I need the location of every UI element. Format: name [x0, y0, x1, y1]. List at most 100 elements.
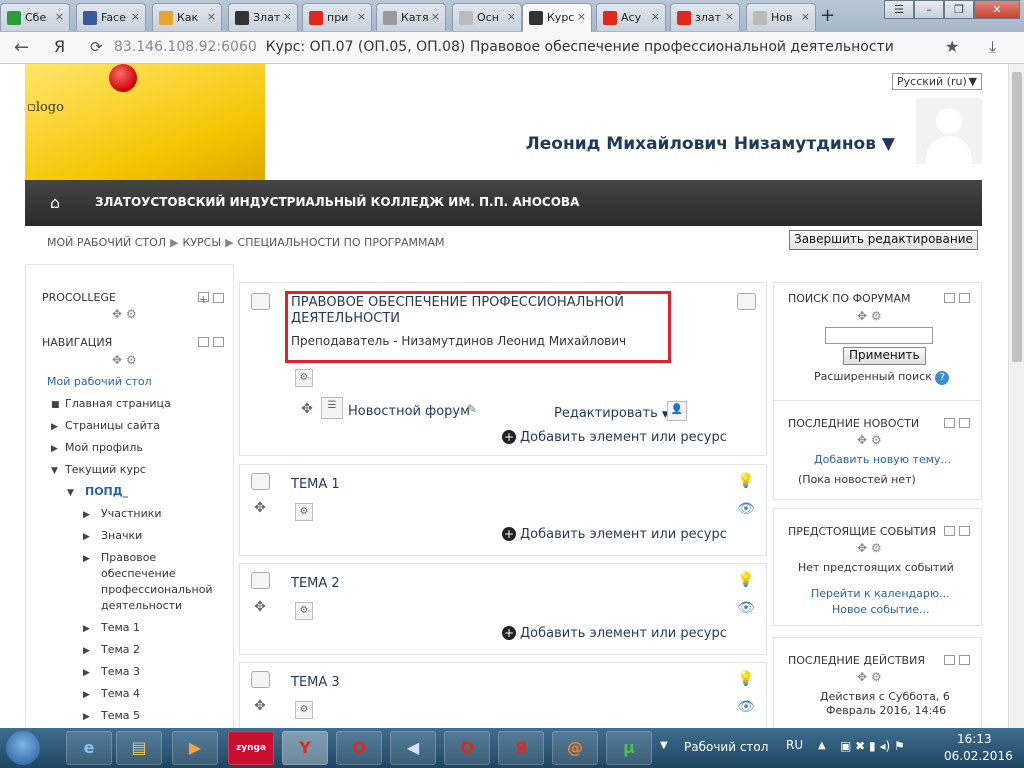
- tab-close-icon[interactable]: ×: [357, 10, 366, 23]
- edit-title-icon[interactable]: ✎: [467, 402, 477, 416]
- download-icon[interactable]: ⤓: [989, 37, 996, 57]
- browser-tab[interactable]: Сбе ×: [0, 3, 70, 31]
- nav-item[interactable]: ▼ Текущий курс: [51, 463, 146, 476]
- back-arrow-icon[interactable]: ←: [14, 37, 29, 58]
- lightbulb-icon[interactable]: 💡: [737, 572, 755, 590]
- home-icon[interactable]: ⌂: [50, 193, 60, 212]
- close-button[interactable]: ✕: [974, 0, 1020, 19]
- yandex-icon[interactable]: Я: [498, 731, 544, 765]
- tab-close-icon[interactable]: ×: [725, 10, 734, 23]
- browser-tab[interactable]: при ×: [302, 3, 372, 31]
- start-button[interactable]: [6, 731, 40, 765]
- new-tab-button[interactable]: +: [820, 5, 835, 26]
- move-gear-icon[interactable]: ✥ ⚙: [112, 353, 137, 367]
- ie-icon[interactable]: e: [66, 731, 112, 765]
- move-gear-icon[interactable]: ✥ ⚙: [857, 433, 882, 447]
- bookmark-star-icon[interactable]: ★: [945, 37, 959, 56]
- lightbulb-icon[interactable]: 💡: [737, 473, 755, 491]
- nav-item[interactable]: ▶ Тема 2: [83, 643, 140, 656]
- block-controls[interactable]: [940, 418, 970, 431]
- opera-icon[interactable]: O: [336, 731, 382, 765]
- browser-tab[interactable]: Асу ×: [596, 3, 666, 31]
- nav-item[interactable]: ▶ Мой профиль: [51, 441, 143, 454]
- browser-tab[interactable]: Злат ×: [228, 3, 298, 31]
- tab-close-icon[interactable]: ×: [283, 10, 292, 23]
- add-resource-link[interactable]: + Добавить элемент или ресурс: [502, 626, 727, 641]
- browser-tab[interactable]: Осн ×: [452, 3, 522, 31]
- browser-tab[interactable]: Катя ×: [376, 3, 446, 31]
- apply-button[interactable]: Применить: [843, 347, 926, 365]
- tab-close-icon[interactable]: ×: [207, 10, 216, 23]
- tray-arrow-icon[interactable]: ▲: [818, 740, 826, 751]
- end-editing-button[interactable]: Завершить редактирование: [789, 230, 978, 250]
- group-mode-icon[interactable]: 👤: [667, 401, 687, 421]
- calendar-link[interactable]: Перейти к календарю...: [811, 587, 950, 600]
- search-input[interactable]: [825, 327, 933, 344]
- scrollbar[interactable]: [1008, 64, 1024, 728]
- browser-tab[interactable]: Как ×: [152, 3, 222, 31]
- section-checkbox[interactable]: [251, 293, 270, 310]
- lightbulb-icon[interactable]: 💡: [737, 671, 755, 689]
- language-indicator[interactable]: RU: [786, 738, 803, 752]
- nav-item[interactable]: Мой рабочий стол: [47, 375, 152, 388]
- reload-icon[interactable]: ⟳: [90, 38, 103, 56]
- desktop-toolbar[interactable]: Рабочий стол: [684, 740, 768, 754]
- clock-date[interactable]: 06.02.2016: [944, 749, 1013, 763]
- opera-icon[interactable]: O: [444, 731, 490, 765]
- breadcrumb-item[interactable]: КУРСЫ: [183, 236, 222, 249]
- utorrent-icon[interactable]: µ: [606, 731, 652, 765]
- audio-icon[interactable]: ◀: [390, 731, 436, 765]
- eye-icon[interactable]: 👁: [737, 501, 755, 519]
- eye-icon[interactable]: 👁: [737, 699, 755, 717]
- language-select[interactable]: Русский (ru) ▼: [892, 73, 982, 90]
- clock-time[interactable]: 16:13: [957, 732, 992, 746]
- nav-item[interactable]: ▶ Значки: [83, 529, 142, 542]
- add-resource-link[interactable]: + Добавить элемент или ресурс: [502, 430, 727, 445]
- nav-item-cont[interactable]: профессиональной: [101, 583, 213, 596]
- yandex-logo[interactable]: Я: [54, 37, 65, 56]
- avatar[interactable]: [916, 98, 982, 164]
- add-resource-link[interactable]: + Добавить элемент или ресурс: [502, 527, 727, 542]
- menu-icon[interactable]: ☰: [884, 0, 914, 19]
- tab-close-icon[interactable]: ×: [651, 10, 660, 23]
- nav-item[interactable]: ▶ Участники: [83, 507, 162, 520]
- news-forum-link[interactable]: Новостной форум: [348, 404, 470, 419]
- section-checkbox[interactable]: [251, 572, 270, 589]
- move-icon[interactable]: ✥: [251, 500, 269, 518]
- block-controls[interactable]: [940, 293, 970, 306]
- browser-tab[interactable]: Face ×: [76, 3, 146, 31]
- section-checkbox[interactable]: [251, 671, 270, 688]
- tab-close-icon[interactable]: ×: [507, 10, 516, 23]
- user-menu[interactable]: Леонид Михайлович Низамутдинов ▼: [525, 134, 895, 154]
- logo[interactable]: ▫logo: [27, 100, 64, 115]
- nav-item[interactable]: ▶ Правовое: [83, 551, 156, 564]
- explorer-icon[interactable]: ▤: [116, 731, 162, 765]
- nav-item[interactable]: ▶ Тема 4: [83, 687, 140, 700]
- tab-close-icon[interactable]: ×: [431, 10, 440, 23]
- navbar-title[interactable]: ЗЛАТОУСТОВСКИЙ ИНДУСТРИАЛЬНЫЙ КОЛЛЕДЖ ИМ…: [95, 195, 579, 209]
- nav-item[interactable]: ▼ ПОПД_: [67, 485, 128, 498]
- edit-summary-icon[interactable]: ⚙: [295, 503, 313, 521]
- new-event-link[interactable]: Новое событие...: [832, 603, 930, 616]
- nav-item-cont[interactable]: обеспечение: [101, 567, 176, 580]
- move-icon[interactable]: ✥: [251, 599, 269, 617]
- browser-tab[interactable]: Курс ×: [522, 3, 592, 32]
- block-controls[interactable]: [940, 526, 970, 539]
- tab-close-icon[interactable]: ×: [577, 10, 586, 23]
- mail-icon[interactable]: @: [552, 731, 598, 765]
- nav-item-cont[interactable]: деятельности: [101, 599, 182, 612]
- move-gear-icon[interactable]: ✥ ⚙: [857, 309, 882, 323]
- browser-tab[interactable]: Нов ×: [746, 3, 816, 31]
- nav-item[interactable]: ▶ Тема 5: [83, 709, 140, 722]
- nav-item[interactable]: ▶ Тема 1: [83, 621, 140, 634]
- move-icon[interactable]: ✥: [251, 698, 269, 716]
- zynga-icon[interactable]: zynga: [228, 731, 274, 765]
- maximize-button[interactable]: ❐: [944, 0, 974, 19]
- edit-summary-icon[interactable]: ⚙: [295, 602, 313, 620]
- eye-icon[interactable]: 👁: [737, 600, 755, 618]
- section-checkbox[interactable]: [737, 293, 756, 310]
- edit-menu[interactable]: Редактировать ▼: [554, 406, 669, 421]
- add-topic-link[interactable]: Добавить новую тему...: [814, 453, 951, 466]
- nav-item[interactable]: ▶ Страницы сайта: [51, 419, 160, 432]
- browser-tab[interactable]: злат ×: [670, 3, 740, 31]
